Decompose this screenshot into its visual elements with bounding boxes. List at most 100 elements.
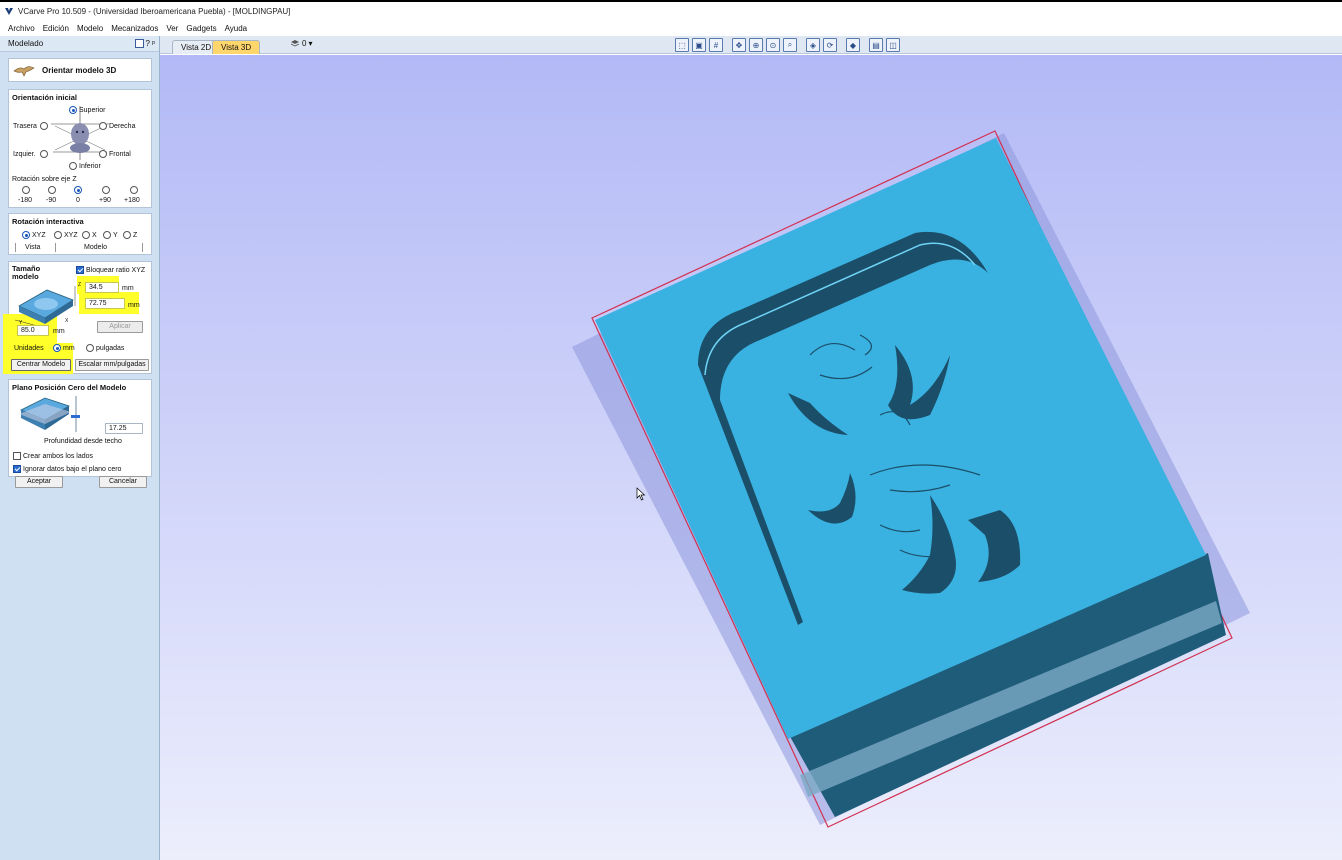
shade-icon[interactable]: ◆: [846, 38, 860, 52]
vcarve-logo-icon: [5, 8, 13, 15]
pan-icon[interactable]: ✥: [732, 38, 746, 52]
view-top-icon[interactable]: ▣: [692, 38, 706, 52]
units-label: Unidades: [14, 345, 44, 352]
panel-pin-icon[interactable]: ᵖ: [152, 39, 155, 48]
both-sides-label: Crear ambos los lados: [23, 453, 94, 460]
ignore-below-checkbox[interactable]: [13, 465, 21, 473]
orientation-izquier-radio[interactable]: [40, 150, 48, 158]
vista-divider-left: [15, 243, 16, 252]
z-rotation-plus90-label: +90: [99, 197, 111, 204]
x-unit-label: mm: [53, 328, 65, 335]
view-iso-icon[interactable]: ◈: [806, 38, 820, 52]
orientation-derecha-radio[interactable]: [99, 122, 107, 130]
orientation-frontal-radio[interactable]: [99, 150, 107, 158]
zoom-extents-icon[interactable]: ⊕: [749, 38, 763, 52]
tool-title: Orientar modelo 3D: [42, 65, 117, 75]
z-rotation-minus90-label: -90: [46, 197, 57, 204]
rotation-xyz-vista-label: XYZ: [32, 232, 46, 239]
grid-icon[interactable]: #: [709, 38, 723, 52]
z-size-input[interactable]: 34.5: [85, 282, 119, 293]
x-axis-label: X: [65, 318, 69, 324]
model-size-section: Tamaño modelo Bloquear ratio XYZ Z X Y 3…: [3, 261, 152, 374]
z-rotation-0-label: 0: [76, 197, 80, 204]
menu-mecanizados[interactable]: Mecanizados: [107, 24, 162, 33]
interactive-rotation-section: Rotación interactiva XYZ XYZ X Y Z Vista…: [8, 213, 152, 255]
menu-modelo[interactable]: Modelo: [73, 24, 107, 33]
z-rotation-minus90-radio[interactable]: [48, 186, 56, 194]
rotation-vista-label: Vista: [25, 244, 41, 251]
menu-ver[interactable]: Ver: [162, 24, 182, 33]
3d-viewport[interactable]: [160, 55, 1342, 860]
unit-mm-radio[interactable]: [53, 344, 61, 352]
menu-ayuda[interactable]: Ayuda: [221, 24, 252, 33]
rotation-z-radio[interactable]: [123, 231, 131, 239]
zero-plane-title: Plano Posición Cero del Modelo: [12, 383, 127, 392]
depth-input[interactable]: 17.25: [105, 423, 143, 434]
center-model-button[interactable]: Centrar Modelo: [11, 359, 71, 371]
tab-vista-3d[interactable]: Vista 3D: [212, 40, 261, 54]
unit-in-radio[interactable]: [86, 344, 94, 352]
orientation-trasera-label: Trasera: [13, 123, 37, 130]
rotation-xyz-modelo-radio[interactable]: [54, 231, 62, 239]
layout-icon[interactable]: ▤: [869, 38, 883, 52]
unit-mm-label: mm: [63, 345, 75, 352]
orientation-superior-radio[interactable]: [69, 106, 77, 114]
rotation-xyz-vista-radio[interactable]: [22, 231, 30, 239]
zoom-in-icon[interactable]: ⊙: [766, 38, 780, 52]
orientation-derecha-label: Derecha: [109, 123, 136, 130]
x-size-input[interactable]: 85.0: [17, 325, 49, 336]
rotation-y-radio[interactable]: [103, 231, 111, 239]
z-rotation-minus180-radio[interactable]: [22, 186, 30, 194]
view-toolbar: ⬚ ▣ # ✥ ⊕ ⊙ ⌕ ◈ ⟳ ◆ ▤ ◫: [675, 38, 900, 52]
view-2d-icon[interactable]: ⬚: [675, 38, 689, 52]
rotation-xyz-modelo-label: XYZ: [64, 232, 78, 239]
split-view-icon[interactable]: ◫: [886, 38, 900, 52]
rotation-modelo-label: Modelo: [84, 244, 107, 251]
orientation-izquier-label: Izquier.: [13, 151, 36, 158]
layer-value: 0: [302, 39, 307, 48]
orientation-inferior-radio[interactable]: [69, 162, 77, 170]
cancel-button[interactable]: Cancelar: [99, 476, 147, 488]
y-size-input[interactable]: 72.75: [85, 298, 125, 309]
ignore-below-label: Ignorar datos bajo el plano cero: [23, 466, 122, 473]
zoom-box-icon[interactable]: ⌕: [783, 38, 797, 52]
orientation-frontal-label: Frontal: [109, 151, 131, 158]
chevron-down-icon: ▾: [308, 39, 313, 48]
z-rotation-plus90-radio[interactable]: [102, 186, 110, 194]
orientation-trasera-radio[interactable]: [40, 122, 48, 130]
depth-slider-handle[interactable]: [71, 415, 80, 418]
initial-orientation-section: Orientación inicial Superior Trasera Der…: [8, 89, 152, 208]
3d-model-render: [572, 130, 1250, 828]
model-size-title: Tamaño modelo: [12, 265, 40, 281]
z-rotation-plus180-label: +180: [124, 197, 140, 204]
panel-header: Modelado ? ᵖ: [0, 36, 159, 52]
z-rotation-0-radio[interactable]: [74, 186, 82, 194]
layer-stack-icon: [290, 40, 300, 47]
apply-button[interactable]: Aplicar: [97, 321, 143, 333]
panel-dock-icon[interactable]: [134, 39, 144, 48]
z-rotation-minus180-label: -180: [18, 197, 33, 204]
orient-model-tool-icon: [13, 66, 35, 77]
view-tabs-bar: Vista 2D Vista 3D 0 ▾ ⬚ ▣ # ✥ ⊕ ⊙ ⌕ ◈ ⟳ …: [160, 36, 1342, 54]
accept-button[interactable]: Aceptar: [15, 476, 63, 488]
z-rotation-plus180-radio[interactable]: [130, 186, 138, 194]
panel-help-icon[interactable]: ?: [146, 39, 150, 48]
menu-edicion[interactable]: Edición: [39, 24, 73, 33]
view-rotate-icon[interactable]: ⟳: [823, 38, 837, 52]
zero-plane-section: Plano Posición Cero del Modelo 17.25 Pro…: [8, 379, 152, 477]
layer-selector[interactable]: 0 ▾: [290, 39, 312, 48]
tool-header: Orientar modelo 3D: [8, 58, 152, 82]
lock-ratio-checkbox[interactable]: [76, 266, 84, 274]
menu-archivo[interactable]: Archivo: [4, 24, 39, 33]
rotation-z-label: Z: [133, 232, 138, 239]
both-sides-checkbox[interactable]: [13, 452, 21, 460]
mouse-cursor-icon: [636, 487, 646, 501]
scale-units-button[interactable]: Escalar mm/pulgadas: [75, 359, 149, 371]
vista-divider-right: [55, 243, 56, 252]
rotation-x-radio[interactable]: [82, 231, 90, 239]
menu-gadgets[interactable]: Gadgets: [182, 24, 220, 33]
z-axis-label: Z: [78, 282, 82, 288]
depth-slider-track: [75, 396, 77, 432]
title-bar: VCarve Pro 10.509 - (Universidad Iberoam…: [0, 0, 1342, 20]
orientation-superior-label: Superior: [79, 107, 106, 114]
